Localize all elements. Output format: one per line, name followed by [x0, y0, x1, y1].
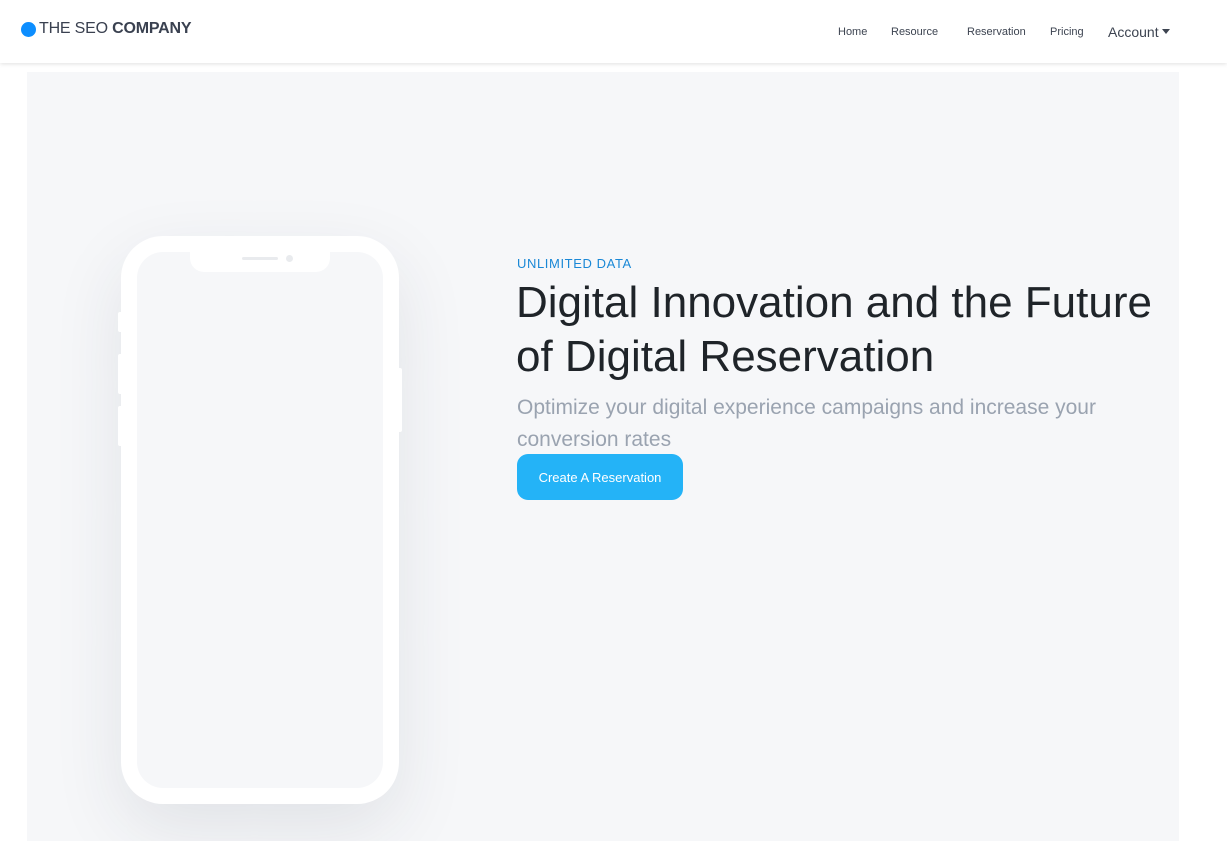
phone-mockup [118, 236, 402, 804]
phone-camera-icon [286, 255, 293, 262]
main-nav: Home Resource Reservation Pricing Accoun… [0, 0, 1227, 63]
phone-screen [137, 252, 383, 788]
phone-volume-down-button [118, 406, 123, 446]
top-navbar: THE SEO COMPANY Home Resource Reservatio… [0, 0, 1227, 63]
create-reservation-button[interactable]: Create A Reservation [517, 454, 683, 500]
hero-section: UNLIMITED DATA Digital Innovation and th… [27, 72, 1179, 841]
caret-down-icon [1161, 29, 1170, 34]
nav-link-resource[interactable]: Resource [891, 26, 938, 38]
headline-light-part: Digital Innovation and the [516, 278, 1025, 327]
phone-notch [190, 252, 330, 272]
hero-eyebrow: UNLIMITED DATA [517, 256, 632, 271]
phone-power-button [397, 368, 402, 432]
phone-mute-button [118, 312, 123, 332]
nav-account-dropdown[interactable]: Account [1108, 24, 1170, 40]
phone-speaker [242, 257, 278, 260]
account-label: Account [1108, 24, 1159, 40]
hero-subtitle: Optimize your digital experience campaig… [517, 396, 1096, 451]
hero-headline: Digital Innovation and the Future of Digi… [516, 276, 1166, 384]
headline-strong-part-1: Future [1024, 278, 1152, 327]
headline-strong-part-2: of Digital Reservation [516, 332, 935, 381]
nav-link-home[interactable]: Home [838, 26, 867, 38]
phone-volume-up-button [118, 354, 123, 394]
nav-link-reservation[interactable]: Reservation [967, 26, 1026, 38]
nav-link-pricing[interactable]: Pricing [1050, 26, 1084, 38]
